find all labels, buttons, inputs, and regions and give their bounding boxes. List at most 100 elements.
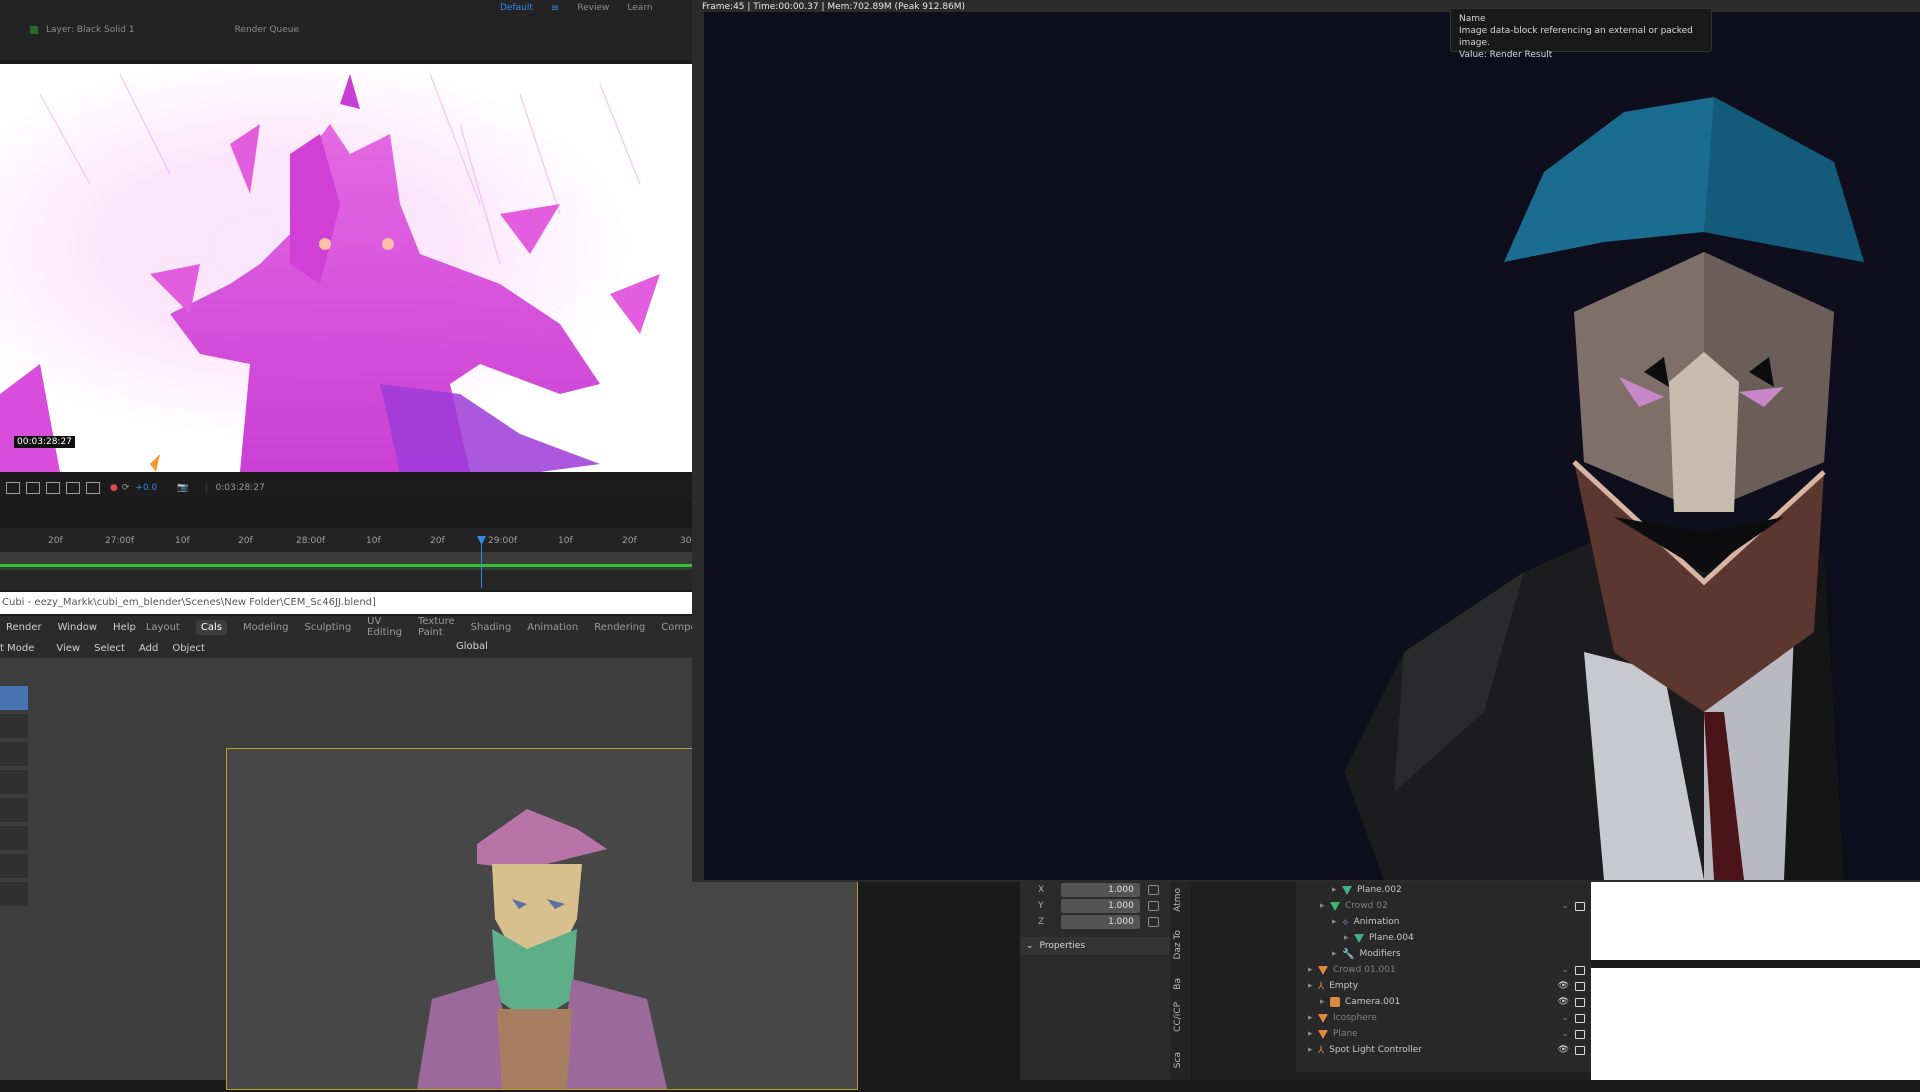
render-camera-icon[interactable] [1575,1045,1585,1055]
workspace-sculpting[interactable]: Sculpting [304,622,351,633]
ae-composition-viewer[interactable] [0,64,692,472]
layer-track[interactable] [0,570,700,590]
mode-dropdown[interactable]: t Mode [0,643,34,654]
outliner-row[interactable]: ▸ Camera.001 👁 [1296,994,1591,1010]
hidden-eye-icon[interactable]: ⌄ [1561,965,1569,975]
outliner-row[interactable]: ▸ Plane ⌄ [1296,1026,1591,1042]
expand-arrow-icon[interactable]: ▸ [1344,933,1354,943]
mask-toggle-icon[interactable] [86,482,100,494]
tab-cc-icp[interactable]: CC/iCP [1173,1002,1183,1032]
cursor-tool-button[interactable] [0,714,28,738]
expand-arrow-icon[interactable]: ▸ [1332,949,1342,959]
expand-arrow-icon[interactable]: ▸ [1320,901,1330,911]
scale-y-field[interactable]: 1.000 [1060,899,1140,913]
lock-icon[interactable] [1147,917,1159,927]
render-camera-icon[interactable] [1575,981,1585,991]
hidden-eye-icon[interactable]: ⌄ [1561,1013,1569,1023]
rotate-tool-button[interactable] [0,770,28,794]
move-tool-button[interactable] [0,742,28,766]
region-of-interest-icon[interactable] [46,482,60,494]
ae-time-ruler[interactable]: 20f 27:00f 10f 20f 28:00f 10f 20f 29:00f… [0,528,700,552]
tab-layer[interactable]: Layer: Black Solid 1 [46,25,135,35]
outliner-row[interactable]: ▸ ⟡ Animation [1296,914,1591,930]
outliner-row[interactable]: ▸ Crowd 02 ⌄ [1296,898,1591,914]
render-camera-icon[interactable] [1575,997,1585,1007]
expand-arrow-icon[interactable]: ▸ [1308,1013,1318,1023]
workspace-uv-editing[interactable]: UV Editing [367,616,402,638]
workspace-menu-icon[interactable]: ≡ [551,3,559,14]
hidden-eye-icon[interactable]: ⌄ [1561,901,1569,911]
workspace-modeling[interactable]: Modeling [243,622,289,633]
expand-arrow-icon[interactable]: ▸ [1308,1045,1318,1055]
workspace-cals[interactable]: Cals [195,619,227,635]
tab-render-queue[interactable]: Render Queue [235,25,299,35]
outliner-row[interactable]: ▸ Plane.004 [1296,930,1591,946]
tab-atmo[interactable]: Atmo [1173,888,1183,912]
eye-icon[interactable]: 👁 [1558,981,1569,991]
expand-arrow-icon[interactable]: ▸ [1308,1029,1318,1039]
tab-sca[interactable]: Sca [1173,1052,1183,1068]
playhead-line[interactable] [481,538,482,588]
outliner-row[interactable]: ▸ Crowd 01.001 ⌄ [1296,962,1591,978]
menu-window[interactable]: Window [58,622,97,633]
transparency-grid-icon[interactable] [66,482,80,494]
reset-exposure-icon[interactable]: ⟳ [122,483,130,493]
eye-icon[interactable]: 👁 [1558,1045,1569,1055]
current-time-display[interactable]: 0:03:28:27 [206,483,265,493]
snapshot-icon[interactable]: 📷 [177,483,188,493]
outliner-row[interactable]: ▸ Plane.002 [1296,882,1591,898]
workspace-layout[interactable]: Layout [146,622,180,633]
hidden-eye-icon[interactable]: ⌄ [1561,1029,1569,1039]
magnification-icon[interactable] [6,482,20,494]
measure-tool-button[interactable] [0,882,28,906]
panel-divider [1591,960,1920,968]
menu-view[interactable]: View [56,643,80,654]
lock-icon[interactable] [1147,885,1159,895]
object-icon [1318,1013,1328,1023]
tab-review[interactable]: Review [577,3,609,13]
outliner-row[interactable]: ▸ ⅄ Empty 👁 [1296,978,1591,994]
menu-object[interactable]: Object [172,643,205,654]
outliner-row-label: Crowd 01.001 [1333,965,1396,975]
color-channels-icon[interactable]: ● [110,483,118,493]
exposure-value[interactable]: +0.0 [135,483,157,493]
outliner-row[interactable]: ▸ 🔧 Modifiers [1296,946,1591,962]
expand-arrow-icon[interactable]: ▸ [1320,997,1330,1007]
work-area-bar[interactable] [0,552,700,570]
menu-help[interactable]: Help [113,622,136,633]
workspace-rendering[interactable]: Rendering [594,622,645,633]
render-camera-icon[interactable] [1575,1013,1585,1023]
menu-render[interactable]: Render [6,622,42,633]
tab-ba[interactable]: Ba [1173,978,1183,990]
render-camera-icon[interactable] [1575,1029,1585,1039]
resolution-icon[interactable] [26,482,40,494]
workspace-animation[interactable]: Animation [527,622,578,633]
render-result-image[interactable] [704,12,1920,880]
tab-learn[interactable]: Learn [627,3,652,13]
properties-section-header[interactable]: ⌄ Properties [1020,937,1170,955]
tab-default[interactable]: Default [500,3,533,13]
eye-icon[interactable]: 👁 [1558,997,1569,1007]
select-tool-button[interactable] [0,686,28,710]
scale-tool-button[interactable] [0,798,28,822]
expand-arrow-icon[interactable]: ▸ [1308,981,1318,991]
workspace-shading[interactable]: Shading [471,622,512,633]
scale-x-field[interactable]: 1.000 [1060,883,1140,897]
menu-select[interactable]: Select [94,643,125,654]
annotate-tool-button[interactable] [0,854,28,878]
render-camera-icon[interactable] [1575,965,1585,975]
axis-label: Y [1038,901,1044,911]
scale-z-field[interactable]: 1.000 [1060,915,1140,929]
render-camera-icon[interactable] [1575,901,1585,911]
expand-arrow-icon[interactable]: ▸ [1308,965,1318,975]
outliner-row[interactable]: ▸ Icosphere ⌄ [1296,1010,1591,1026]
tab-daz-to[interactable]: Daz To [1173,930,1183,960]
workspace-texture-paint[interactable]: Texture Paint [418,616,455,638]
transform-tool-button[interactable] [0,826,28,850]
orientation-dropdown[interactable]: Global [456,641,488,652]
lock-icon[interactable] [1147,901,1159,911]
menu-add[interactable]: Add [139,643,158,654]
expand-arrow-icon[interactable]: ▸ [1332,917,1342,927]
expand-arrow-icon[interactable]: ▸ [1332,885,1342,895]
outliner-row[interactable]: ▸ ⅄ Spot Light Controller 👁 [1296,1042,1591,1058]
